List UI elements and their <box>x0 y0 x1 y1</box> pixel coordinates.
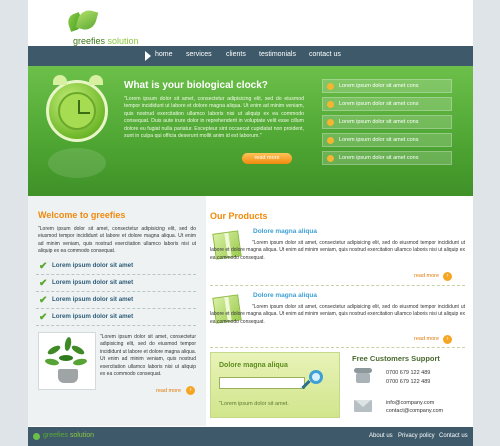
plant-image <box>38 332 96 390</box>
arrow-right-icon[interactable]: › <box>443 335 452 344</box>
support-email[interactable]: contact@company.com <box>386 408 443 414</box>
hero-list-label: Lorem ipsum dolor sit amet cons <box>339 137 419 143</box>
clock-bell <box>53 75 67 85</box>
hero-banner: What is your biological clock? "Lorem ip… <box>28 66 473 196</box>
welcome-text: "Lorem ipsum dolor sit amet, consectetur… <box>38 226 196 255</box>
mail-icon <box>354 400 372 412</box>
hero-list-item[interactable]: Lorem ipsum dolor sit amet cons <box>322 151 452 165</box>
support-title: Free Customers Support <box>352 354 440 363</box>
footer-logo[interactable]: greefies solution <box>43 432 94 439</box>
clock-reflection <box>48 148 106 178</box>
support-email[interactable]: info@company.com <box>386 400 434 406</box>
divider <box>210 285 465 286</box>
hero-list: Lorem ipsum dolor sit amet cons Lorem ip… <box>322 79 452 169</box>
logo-text: greefies solution <box>73 36 139 46</box>
logo[interactable]: greefies solution <box>46 8 166 46</box>
nav-item-services[interactable]: services <box>186 51 212 58</box>
search-input[interactable] <box>219 377 305 389</box>
brand-suffix: solution <box>107 36 139 46</box>
nav-item-contact[interactable]: contact us <box>309 51 341 58</box>
plant-text: "Lorem ipsum dolor sit amet, consectetur… <box>100 334 196 378</box>
plant-leaf <box>72 357 88 367</box>
page: greefies solution home services clients … <box>28 0 473 446</box>
search-footer-text: "Lorem ipsum dolor sit amet. <box>219 401 289 407</box>
check-list-item[interactable]: ✔ Lorem ipsum dolor sit amet <box>36 292 196 309</box>
footer-link-about[interactable]: About us <box>369 433 393 439</box>
welcome-title: Welcome to greefies <box>38 210 126 220</box>
check-icon: ✔ <box>39 312 48 323</box>
products-title: Our Products <box>210 211 268 221</box>
arrow-right-icon[interactable]: › <box>443 272 452 281</box>
read-more-button[interactable]: read more <box>242 153 292 164</box>
support-phone: 0700 679 122 489 <box>386 370 431 376</box>
read-more-link[interactable]: read more <box>414 273 439 279</box>
check-list-label: Lorem ipsum dolor sit amet <box>52 296 134 303</box>
search-icon[interactable] <box>309 370 323 384</box>
bullet-icon <box>327 155 334 162</box>
nav-arrow-icon <box>145 51 151 61</box>
check-list-label: Lorem ipsum dolor sit amet <box>52 313 134 320</box>
check-icon: ✔ <box>39 261 48 272</box>
leaf-icon <box>75 8 99 32</box>
search-title: Dolore magna aliqua <box>219 362 288 369</box>
support-phone: 0700 679 122 489 <box>386 379 431 385</box>
hero-list-label: Lorem ipsum dolor sit amet cons <box>339 83 419 89</box>
hero-list-item[interactable]: Lorem ipsum dolor sit amet cons <box>322 133 452 147</box>
hero-list-label: Lorem ipsum dolor sit amet cons <box>339 155 419 161</box>
plant-leaf <box>59 355 73 361</box>
check-list-label: Lorem ipsum dolor sit amet <box>52 279 134 286</box>
main-nav: home services clients testimonials conta… <box>28 46 473 66</box>
check-list: ✔ Lorem ipsum dolor sit amet ✔ Lorem ipsum… <box>36 258 196 326</box>
bullet-icon <box>327 119 334 126</box>
footer-brand-suffix: solution <box>69 432 94 439</box>
plant-pot <box>58 369 78 383</box>
check-icon: ✔ <box>39 278 48 289</box>
plant-leaf <box>44 357 60 367</box>
check-list-label: Lorem ipsum dolor sit amet <box>52 262 134 269</box>
bullet-icon <box>327 83 334 90</box>
arrow-right-icon[interactable]: › <box>186 386 195 395</box>
clock-bell <box>89 75 103 85</box>
bullet-icon <box>327 101 334 108</box>
leaf-icon <box>33 433 40 440</box>
footer: greefies solution About us Privacy polic… <box>28 427 473 446</box>
hero-list-label: Lorem ipsum dolor sit amet cons <box>339 101 419 107</box>
product-title[interactable]: Dolore magna aliqua <box>253 292 317 299</box>
product-text: "Lorem ipsum dolor sit amet, consectetur… <box>210 304 465 325</box>
mail-flap <box>355 400 371 407</box>
nav-item-home[interactable]: home <box>155 51 173 58</box>
hero-list-item[interactable]: Lorem ipsum dolor sit amet cons <box>322 97 452 111</box>
search-panel: Dolore magna aliqua "Lorem ipsum dolor s… <box>210 352 340 418</box>
clock-hand <box>78 112 90 114</box>
check-icon: ✔ <box>39 295 48 306</box>
footer-link-privacy[interactable]: Privacy policy <box>398 433 435 439</box>
footer-link-contact[interactable]: Contact us <box>439 433 468 439</box>
phone-icon <box>354 368 372 384</box>
read-more-link[interactable]: read more <box>414 336 439 342</box>
phone-body <box>356 373 370 383</box>
product-title[interactable]: Dolore magna aliqua <box>253 228 317 235</box>
hero-list-label: Lorem ipsum dolor sit amet cons <box>339 119 419 125</box>
hero-list-item[interactable]: Lorem ipsum dolor sit amet cons <box>322 79 452 93</box>
clock-face <box>58 92 96 130</box>
hero-title: What is your biological clock? <box>124 80 268 91</box>
footer-brand-name: greefies <box>43 432 68 439</box>
bullet-icon <box>327 137 334 144</box>
nav-item-clients[interactable]: clients <box>226 51 246 58</box>
plant-leaf <box>63 336 73 352</box>
brand-name: greefies <box>73 36 106 46</box>
plant-leaf <box>46 343 62 357</box>
welcome-panel: Welcome to greefies "Lorem ipsum dolor s… <box>28 196 206 426</box>
check-list-item[interactable]: ✔ Lorem ipsum dolor sit amet <box>36 309 196 326</box>
read-more-link[interactable]: read more <box>156 388 181 394</box>
nav-item-testimonials[interactable]: testimonials <box>259 51 296 58</box>
plant-leaf <box>70 343 86 357</box>
hero-list-item[interactable]: Lorem ipsum dolor sit amet cons <box>322 115 452 129</box>
alarm-clock-icon <box>46 75 108 142</box>
divider <box>210 347 465 348</box>
check-list-item[interactable]: ✔ Lorem ipsum dolor sit amet <box>36 258 196 275</box>
hero-text: "Lorem ipsum dolor sit amet, consectetur… <box>124 96 304 140</box>
product-text: "Lorem ipsum dolor sit amet, consectetur… <box>210 240 465 261</box>
check-list-item[interactable]: ✔ Lorem ipsum dolor sit amet <box>36 275 196 292</box>
